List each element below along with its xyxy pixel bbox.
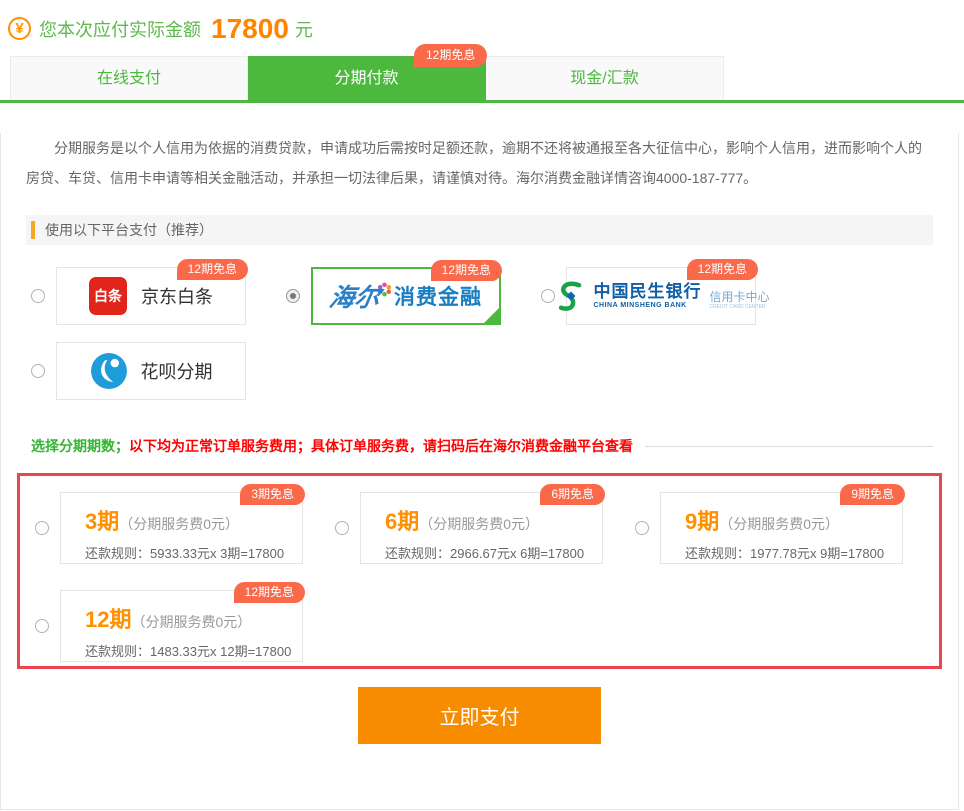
plan-3-title: 3期（分期服务费0元） <box>85 504 302 536</box>
plan-9-title: 9期（分期服务费0元） <box>685 504 902 536</box>
divider-line <box>645 446 933 447</box>
plan-12-card[interactable]: 12期免息 12期（分期服务费0元） 还款规则：1483.33元x 12期=17… <box>60 590 303 662</box>
huabei-label: 花呗分期 <box>141 358 213 384</box>
jd-baitiao-logo-icon: 白条 <box>89 277 127 315</box>
plan-option-3[interactable]: 3期免息 3期（分期服务费0元） 还款规则：5933.33元x 3期=17800 <box>35 492 335 564</box>
platform-option-jd-baitiao[interactable]: 12期免息 白条 京东白条 <box>31 267 246 325</box>
haier-finance-card[interactable]: 12期免息 海尔 消费金融 <box>311 267 501 325</box>
amount-label: 您本次应付实际金额 <box>39 16 201 42</box>
haier-interest-free-badge: 12期免息 <box>431 260 502 281</box>
section-marker <box>31 221 35 239</box>
plan-row-2: 12期免息 12期（分期服务费0元） 还款规则：1483.33元x 12期=17… <box>35 590 939 662</box>
platform-row-2: 花呗分期 <box>31 342 958 400</box>
minsheng-bank-card[interactable]: 12期免息 中国民生银行 CHINA MINSHENG BANK 信用卡中心 C… <box>566 267 756 325</box>
plan-12-period: 12期 <box>85 607 131 632</box>
plan-6-title: 6期（分期服务费0元） <box>385 504 602 536</box>
installment-notice-text: 分期服务是以个人信用为依据的消费贷款，申请成功后需按时足额还款，逾期不还将被通报… <box>26 133 933 193</box>
jd-baitiao-label: 京东白条 <box>141 283 213 309</box>
platform-option-huabei[interactable]: 花呗分期 <box>31 342 246 400</box>
plan-12-radio[interactable] <box>35 619 49 633</box>
minsheng-bank-name-cn: 中国民生银行 <box>594 283 702 302</box>
plan-option-9[interactable]: 9期免息 9期（分期服务费0元） 还款规则：1977.78元x 9期=17800 <box>635 492 935 564</box>
haier-logo-text: 消费金融 <box>394 281 482 311</box>
tab-online-payment[interactable]: 在线支付 <box>10 56 248 100</box>
jd-baitiao-card[interactable]: 12期免息 白条 京东白条 <box>56 267 246 325</box>
plan-option-6[interactable]: 6期免息 6期（分期服务费0元） 还款规则：2966.67元x 6期=17800 <box>335 492 635 564</box>
huabei-logo-icon <box>90 352 128 390</box>
plans-highlight-box: 3期免息 3期（分期服务费0元） 还款规则：5933.33元x 3期=17800… <box>17 473 942 669</box>
tab-underline <box>0 100 964 103</box>
plan-3-rule: 还款规则：5933.33元x 3期=17800 <box>85 543 302 562</box>
minsheng-credit-card-center: 信用卡中心 CREDIT CARD CENTER <box>710 282 770 310</box>
huabei-card[interactable]: 花呗分期 <box>56 342 246 400</box>
plan-12-fee: （分期服务费0元） <box>131 614 251 630</box>
plan-9-radio[interactable] <box>635 521 649 535</box>
minsheng-bank-name-en: CHINA MINSHENG BANK <box>594 302 702 310</box>
plan-3-badge: 3期免息 <box>240 484 305 505</box>
plan-6-badge: 6期免息 <box>540 484 605 505</box>
platform-section-title: 使用以下平台支付（推荐） <box>45 220 213 240</box>
jd-interest-free-badge: 12期免息 <box>177 259 248 280</box>
payment-tabs: 在线支付 分期付款 现金/汇款 12期免息 <box>10 56 964 100</box>
plan-3-period: 3期 <box>85 509 119 534</box>
plan-9-rule: 还款规则：1977.78元x 9期=17800 <box>685 543 902 562</box>
plan-6-period: 6期 <box>385 509 419 534</box>
yuan-circle-icon: ¥ <box>8 17 31 40</box>
plan-3-card[interactable]: 3期免息 3期（分期服务费0元） 还款规则：5933.33元x 3期=17800 <box>60 492 303 564</box>
minsheng-interest-free-badge: 12期免息 <box>687 259 758 280</box>
tab-cash-remittance[interactable]: 现金/汇款 <box>486 56 724 100</box>
plan-12-badge: 12期免息 <box>234 582 305 603</box>
plan-12-rule: 还款规则：1483.33元x 12期=17800 <box>85 641 302 660</box>
plan-9-badge: 9期免息 <box>840 484 905 505</box>
minsheng-bank-name: 中国民生银行 CHINA MINSHENG BANK <box>594 283 702 309</box>
plan-9-period: 9期 <box>685 509 719 534</box>
amount-header: ¥ 您本次应付实际金额 17800 元 <box>0 0 964 46</box>
plan-6-card[interactable]: 6期免息 6期（分期服务费0元） 还款规则：2966.67元x 6期=17800 <box>360 492 603 564</box>
plan-3-fee: （分期服务费0元） <box>119 516 239 532</box>
haier-logo-script: 海尔 <box>327 278 383 314</box>
minsheng-dept-cn: 信用卡中心 <box>710 290 770 304</box>
plan-9-fee: （分期服务费0元） <box>719 516 839 532</box>
plan-12-title: 12期（分期服务费0元） <box>85 602 302 634</box>
choose-period-line: 选择分期期数； 以下均为正常订单服务费用；具体订单服务费，请扫码后在海尔消费金融… <box>31 436 933 456</box>
amount-value: 17800 <box>211 13 289 45</box>
amount-currency: 元 <box>295 16 313 42</box>
minsheng-dept-en: CREDIT CARD CENTER <box>710 304 770 310</box>
tab-interest-free-badge: 12期免息 <box>414 44 487 67</box>
plan-option-12[interactable]: 12期免息 12期（分期服务费0元） 还款规则：1483.33元x 12期=17… <box>35 590 335 662</box>
jd-baitiao-radio[interactable] <box>31 289 45 303</box>
plan-9-card[interactable]: 9期免息 9期（分期服务费0元） 还款规则：1977.78元x 9期=17800 <box>660 492 903 564</box>
platform-option-haier-finance[interactable]: 12期免息 海尔 消费金融 <box>286 267 501 325</box>
minsheng-bank-logo-icon <box>553 278 589 314</box>
service-fee-warning: 以下均为正常订单服务费用；具体订单服务费，请扫码后在海尔消费金融平台查看 <box>129 436 633 456</box>
payment-page: ¥ 您本次应付实际金额 17800 元 在线支付 分期付款 现金/汇款 12期免… <box>0 0 964 811</box>
plan-6-fee: （分期服务费0元） <box>419 516 539 532</box>
huabei-radio[interactable] <box>31 364 45 378</box>
pay-now-button[interactable]: 立即支付 <box>358 687 601 744</box>
plan-3-radio[interactable] <box>35 521 49 535</box>
haier-finance-radio[interactable] <box>286 289 300 303</box>
plan-6-rule: 还款规则：2966.67元x 6期=17800 <box>385 543 602 562</box>
selected-corner-icon <box>483 307 500 324</box>
platform-row-1: 12期免息 白条 京东白条 12期免息 海尔 <box>31 267 958 325</box>
choose-period-label: 选择分期期数； <box>31 436 129 456</box>
platform-section-header: 使用以下平台支付（推荐） <box>26 215 933 245</box>
plan-6-radio[interactable] <box>335 521 349 535</box>
plan-row-1: 3期免息 3期（分期服务费0元） 还款规则：5933.33元x 3期=17800… <box>35 492 939 564</box>
installment-panel: 分期服务是以个人信用为依据的消费贷款，申请成功后需按时足额还款，逾期不还将被通报… <box>0 133 959 810</box>
platform-option-minsheng-bank[interactable]: 12期免息 中国民生银行 CHINA MINSHENG BANK 信用卡中心 C… <box>541 267 756 325</box>
